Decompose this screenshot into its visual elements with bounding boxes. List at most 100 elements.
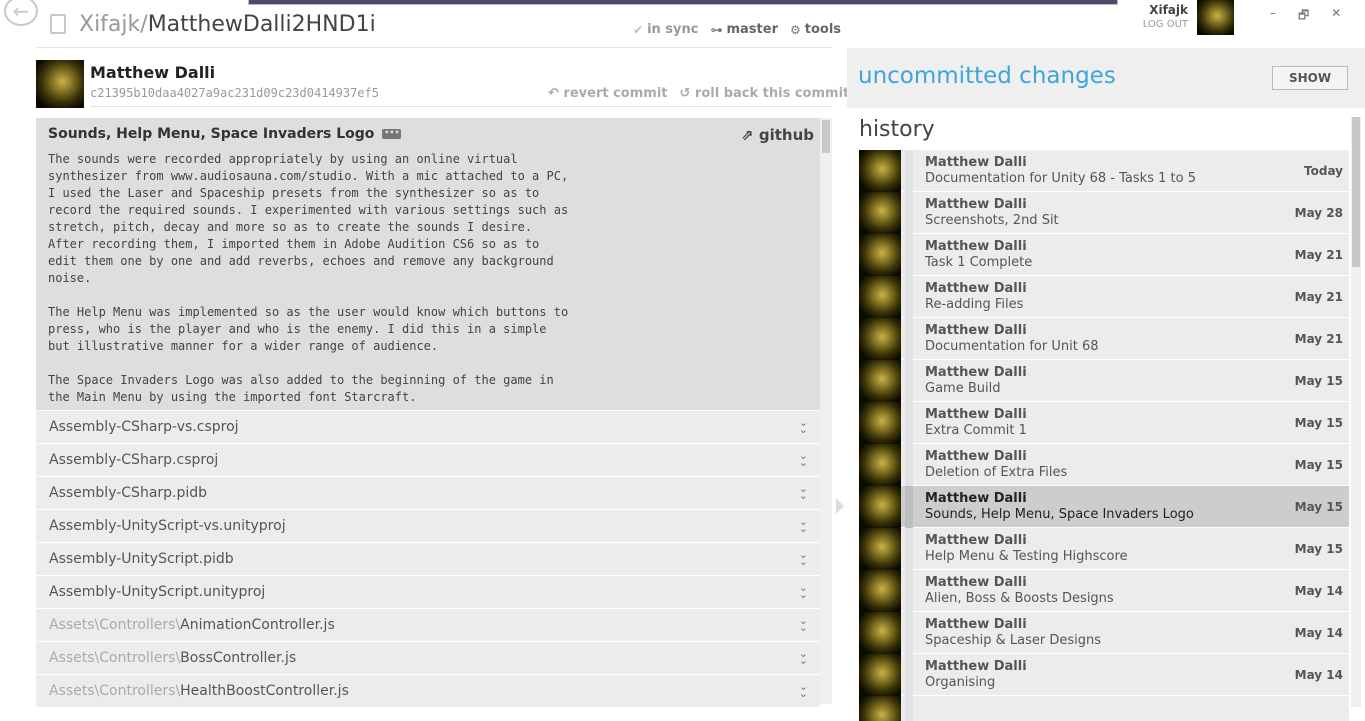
left-scrollbar[interactable]: [820, 118, 832, 704]
history-item[interactable]: Matthew Dalli Sounds, Help Menu, Space In…: [859, 486, 1349, 528]
file-row[interactable]: Assembly-UnityScript-vs.unityproj ⌄ ⌄: [36, 510, 820, 543]
history-item-marker: [905, 528, 913, 570]
file-row[interactable]: Assembly-CSharp.csproj ⌄ ⌄: [36, 444, 820, 477]
history-item[interactable]: Matthew Dalli Task 1 Complete May 21: [859, 234, 1349, 276]
history-scrollbar[interactable]: [1351, 117, 1361, 707]
history-item-marker: [905, 612, 913, 654]
history-item-date: May 15: [1294, 416, 1343, 430]
history-item-message: Deletion of Extra Files: [925, 465, 1068, 480]
history-item-date: May 15: [1294, 500, 1343, 514]
expand-chevron-icon[interactable]: ⌄ ⌄: [799, 648, 808, 666]
history-item-marker: [905, 402, 913, 444]
logout-link[interactable]: LOG OUT: [1130, 19, 1188, 30]
history-item-author: Matthew Dalli: [925, 575, 1027, 590]
file-row[interactable]: Assets\Controllers\ BossController.js ⌄ ⌄: [36, 642, 820, 675]
sync-button[interactable]: ✔ in sync: [633, 22, 698, 37]
window-top-strip: [248, 0, 1118, 5]
history-item-marker: [905, 318, 913, 360]
expand-chevron-icon[interactable]: ⌄ ⌄: [799, 483, 808, 501]
expand-message-icon[interactable]: •••: [382, 129, 402, 139]
user-name[interactable]: Xifajk: [1130, 3, 1188, 17]
file-name: AnimationController.js: [180, 617, 335, 633]
expand-chevron-icon[interactable]: ⌄ ⌄: [799, 615, 808, 633]
user-avatar[interactable]: [1197, 0, 1234, 35]
repo-owner[interactable]: Xifajk: [79, 12, 140, 37]
history-list: Matthew Dalli Documentation for Unity 68 …: [859, 150, 1349, 721]
history-item-date: May 21: [1294, 290, 1343, 304]
file-row[interactable]: Assembly-CSharp-vs.csproj ⌄ ⌄: [36, 411, 820, 444]
history-item-message: Spaceship & Laser Designs: [925, 633, 1102, 648]
author-avatar: [859, 276, 901, 318]
tools-button[interactable]: ⚙ tools: [790, 22, 841, 37]
revert-commit-button[interactable]: ↶ revert commit: [548, 86, 668, 101]
author-avatar: [859, 486, 901, 528]
restore-icon[interactable]: 🗗: [1298, 6, 1309, 27]
history-item[interactable]: Matthew Dalli Re-adding Files May 21: [859, 276, 1349, 318]
history-item[interactable]: Matthew Dalli Alien, Boss & Boosts Design…: [859, 570, 1349, 612]
author-avatar: [859, 360, 901, 402]
history-scrollbar-thumb[interactable]: [1352, 117, 1360, 267]
history-item[interactable]: Matthew Dalli Help Menu & Testing Highsco…: [859, 528, 1349, 570]
history-item-author: Matthew Dalli: [925, 659, 1027, 674]
history-title: history: [859, 117, 935, 142]
history-item[interactable]: [859, 696, 1349, 721]
file-name: HealthBoostController.js: [180, 683, 349, 699]
repo-separator: /: [140, 12, 148, 37]
gear-icon: ⚙: [789, 22, 801, 37]
repository-icon: [50, 14, 66, 34]
history-item[interactable]: Matthew Dalli Documentation for Unit 68 Ma…: [859, 318, 1349, 360]
history-item[interactable]: Matthew Dalli Deletion of Extra Files May …: [859, 444, 1349, 486]
expand-chevron-icon[interactable]: ⌄ ⌄: [799, 582, 808, 600]
expand-chevron-icon[interactable]: ⌄ ⌄: [799, 417, 808, 435]
history-item[interactable]: Matthew Dalli Documentation for Unity 68 …: [859, 150, 1349, 192]
history-item-author: Matthew Dalli: [925, 197, 1027, 212]
expand-chevron-icon[interactable]: ⌄ ⌄: [799, 549, 808, 567]
author-avatar: [859, 696, 901, 721]
history-item-author: Matthew Dalli: [925, 365, 1027, 380]
history-item-marker: [905, 150, 913, 192]
history-item[interactable]: Matthew Dalli Spaceship & Laser Designs Ma…: [859, 612, 1349, 654]
history-item-marker: [905, 192, 913, 234]
history-item[interactable]: Matthew Dalli Game Build May 15: [859, 360, 1349, 402]
branch-button[interactable]: ⊶ master: [710, 22, 778, 37]
external-link-icon: ⇗: [741, 126, 754, 144]
repo-name: MatthewDalli2HND1i: [147, 12, 376, 37]
commit-title: Sounds, Help Menu, Space Invaders Logo: [48, 126, 375, 142]
rollback-commit-button[interactable]: ↺ roll back this commit: [680, 86, 850, 101]
file-row[interactable]: Assembly-CSharp.pidb ⌄ ⌄: [36, 477, 820, 510]
show-uncommitted-button[interactable]: SHOW: [1272, 66, 1348, 90]
github-for-windows-app: ← Xifajk/MatthewDalli2HND1i ✔ in sync ⊶ …: [0, 0, 1365, 721]
history-item[interactable]: Matthew Dalli Extra Commit 1 May 15: [859, 402, 1349, 444]
history-item-author: Matthew Dalli: [925, 239, 1027, 254]
back-arrow-icon[interactable]: ←: [4, 0, 38, 26]
history-item[interactable]: Matthew Dalli Organising May 14: [859, 654, 1349, 696]
history-item-message: Screenshots, 2nd Sit: [925, 213, 1059, 228]
history-item-date: Today: [1304, 164, 1343, 178]
author-avatar: [36, 60, 84, 108]
github-link[interactable]: ⇗ github: [741, 126, 814, 144]
close-icon[interactable]: ✕: [1331, 6, 1341, 27]
commit-message-body: The sounds were recorded appropriately b…: [48, 152, 569, 404]
expand-chevron-icon[interactable]: ⌄ ⌄: [799, 516, 808, 534]
history-item[interactable]: Matthew Dalli Screenshots, 2nd Sit May 28: [859, 192, 1349, 234]
file-row[interactable]: Assembly-UnityScript.unityproj ⌄ ⌄: [36, 576, 820, 609]
commit-author: Matthew Dalli: [90, 63, 216, 82]
file-row[interactable]: Assets\Controllers\ HealthBoostController…: [36, 675, 820, 708]
uncommitted-changes-title: uncommitted changes: [858, 63, 1116, 89]
history-item-date: May 21: [1294, 248, 1343, 262]
history-item-message: Game Build: [925, 381, 1001, 396]
left-scrollbar-thumb[interactable]: [822, 120, 830, 153]
file-row[interactable]: Assembly-UnityScript.pidb ⌄ ⌄: [36, 543, 820, 576]
history-item-message: Alien, Boss & Boosts Designs: [925, 591, 1114, 606]
sync-label: in sync: [647, 22, 699, 37]
minimize-icon[interactable]: –: [1270, 6, 1276, 27]
file-row[interactable]: Assets\Controllers\ AnimationController.j…: [36, 609, 820, 642]
file-name: Assembly-CSharp.pidb: [49, 485, 208, 501]
changed-files-list: Assembly-CSharp-vs.csproj ⌄ ⌄ Assembly-CSha…: [36, 411, 820, 708]
history-item-author: Matthew Dalli: [925, 155, 1027, 170]
expand-chevron-icon[interactable]: ⌄ ⌄: [799, 450, 808, 468]
history-item-date: May 14: [1294, 668, 1343, 682]
repo-actions: ✔ in sync ⊶ master ⚙ tools: [633, 22, 841, 37]
expand-chevron-icon[interactable]: ⌄ ⌄: [799, 681, 808, 699]
history-item-date: May 28: [1294, 206, 1343, 220]
